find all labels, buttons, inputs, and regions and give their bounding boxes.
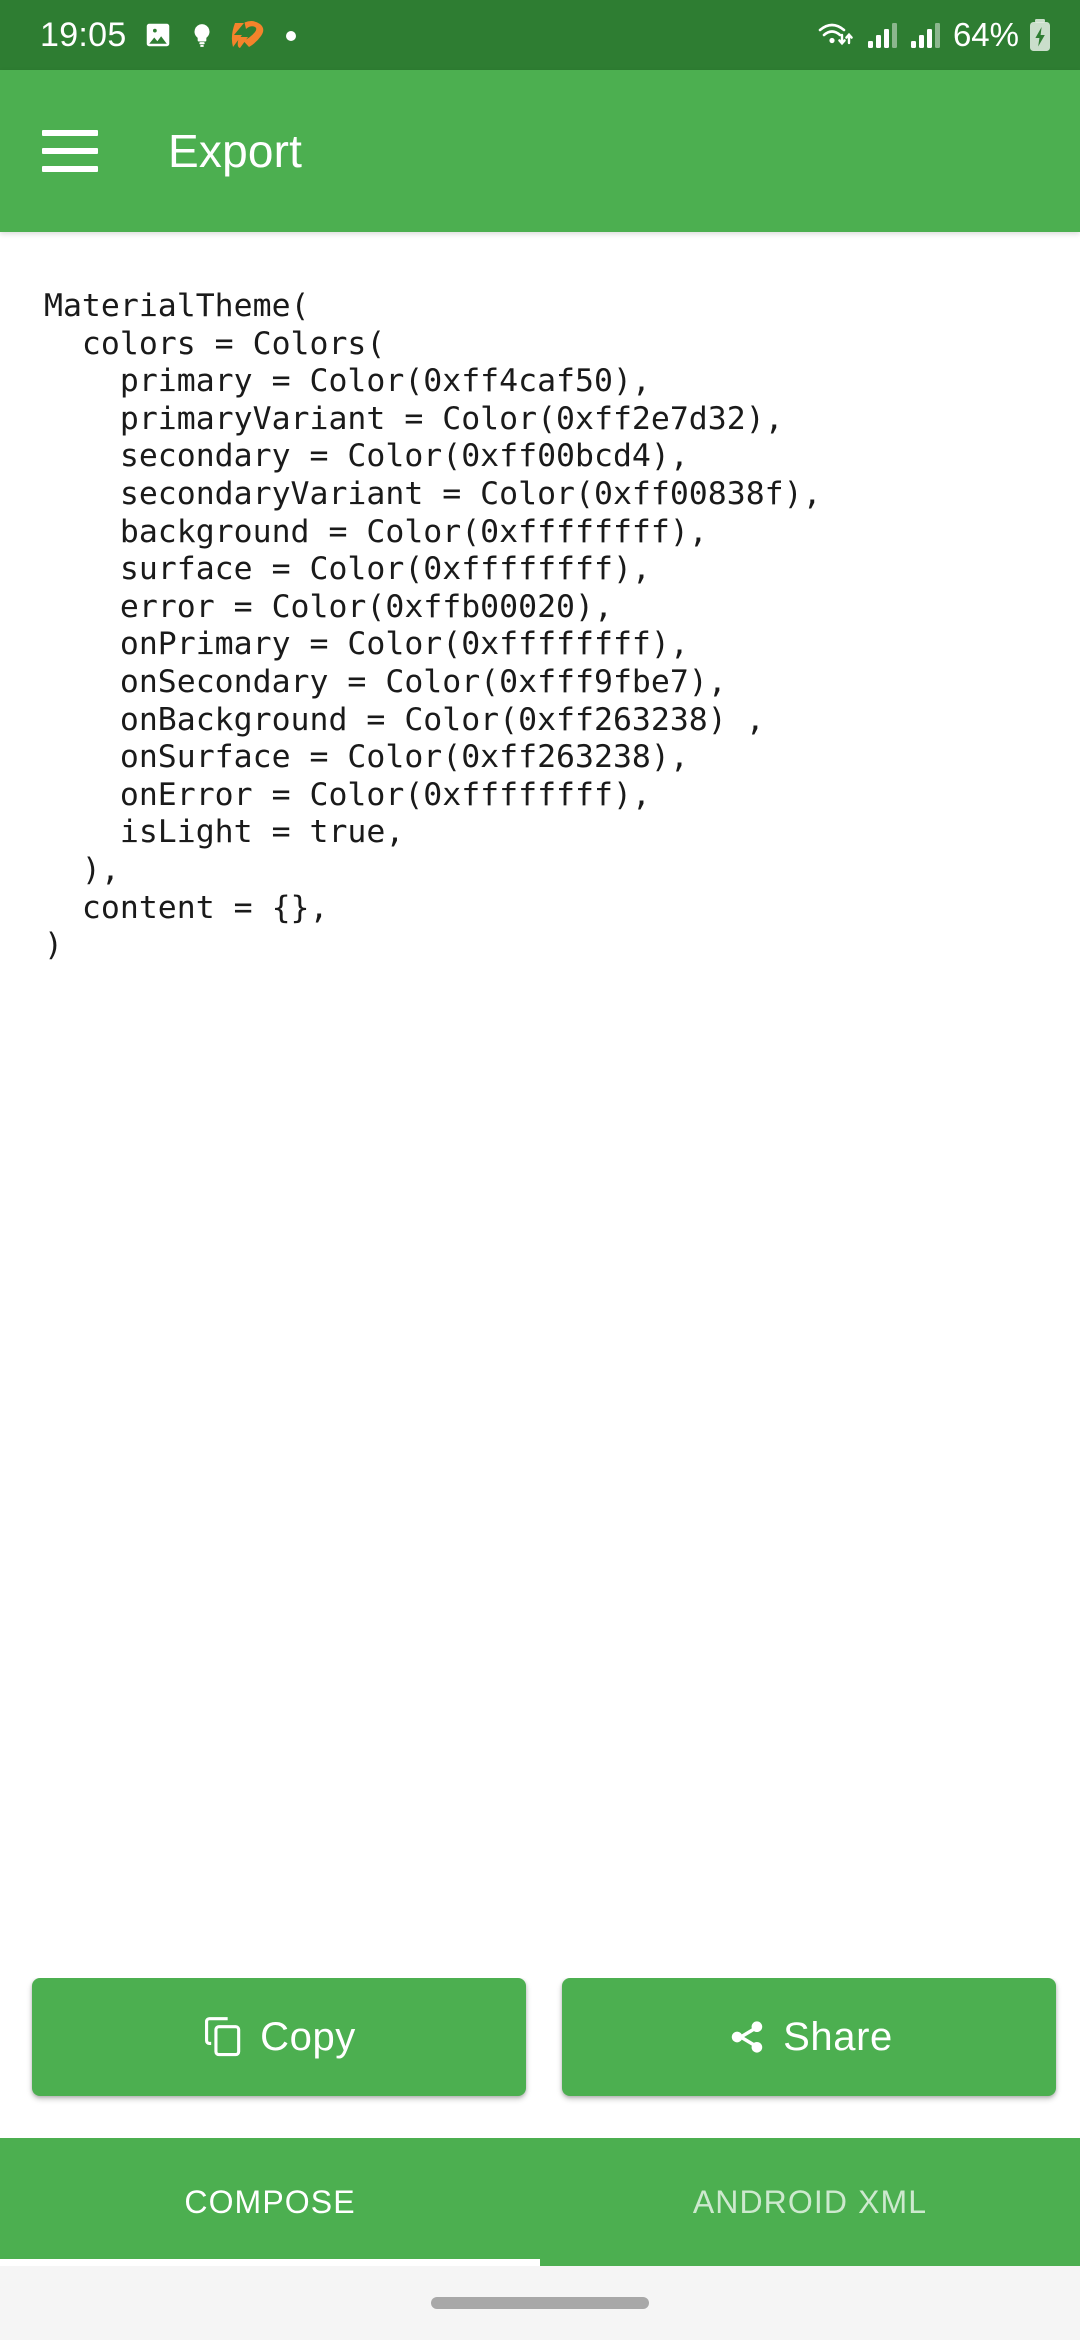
copy-button-label: Copy xyxy=(260,2014,356,2059)
status-bar-right: 64% xyxy=(816,16,1052,54)
status-time: 19:05 xyxy=(40,15,127,54)
exported-theme-code: MaterialTheme( colors = Colors( primary … xyxy=(44,288,822,964)
strava-heart-icon xyxy=(231,20,267,50)
gesture-handle[interactable] xyxy=(431,2297,649,2309)
dot-icon xyxy=(283,27,299,43)
signal-bars-2-icon xyxy=(910,20,944,50)
gesture-nav-bar xyxy=(0,2266,1080,2340)
hamburger-line-2 xyxy=(42,148,98,154)
status-bar: 19:05 64% xyxy=(0,0,1080,70)
action-button-row: Copy Share xyxy=(0,1978,1080,2138)
tab-android-xml[interactable]: ANDROID XML xyxy=(540,2138,1080,2266)
battery-percent: 64% xyxy=(952,16,1019,53)
tab-android-xml-label: ANDROID XML xyxy=(692,2183,928,2220)
photo-icon xyxy=(143,20,173,50)
status-bar-left: 19:05 xyxy=(40,16,299,55)
hamburger-line-3 xyxy=(42,166,98,172)
tab-compose[interactable]: COMPOSE xyxy=(0,2138,540,2266)
page-title: Export xyxy=(168,125,303,177)
share-button-label: Share xyxy=(783,2014,893,2059)
hamburger-menu-icon[interactable] xyxy=(42,130,98,172)
code-panel[interactable]: MaterialTheme( colors = Colors( primary … xyxy=(0,232,1080,1978)
share-icon xyxy=(725,2015,769,2059)
battery-charging-icon xyxy=(1028,18,1052,52)
signal-bars-icon xyxy=(867,20,901,50)
copy-button[interactable]: Copy xyxy=(32,1978,526,2096)
tab-compose-label: COMPOSE xyxy=(184,2183,356,2220)
wifi-icon xyxy=(816,19,858,51)
content-copy-icon xyxy=(202,2015,246,2059)
phone-screen: 19:05 64% Export MaterialTheme(colors =… xyxy=(0,0,1080,2340)
share-button[interactable]: Share xyxy=(562,1978,1056,2096)
lightbulb-icon xyxy=(189,20,215,50)
tab-indicator xyxy=(0,2259,540,2266)
tab-bar: COMPOSE ANDROID XML xyxy=(0,2138,1080,2266)
app-bar: Export xyxy=(0,70,1080,232)
hamburger-line-1 xyxy=(42,130,98,136)
